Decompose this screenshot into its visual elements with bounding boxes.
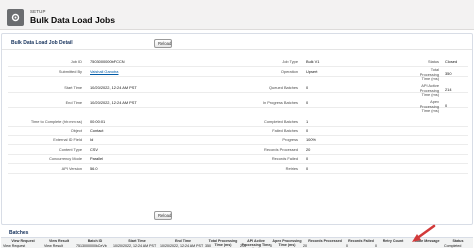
batches-table: View Request View Result Batch ID Start Tim…: [1, 237, 473, 248]
detail-label: In Progress Batches: [262, 100, 298, 105]
batch-cell[interactable]: View Result: [44, 244, 63, 248]
batches-col-header: Records Processed: [308, 239, 342, 243]
detail-label: Job ID: [70, 59, 82, 64]
detail-value: 10/20/2022, 12:24 AM PST: [90, 100, 137, 105]
detail-label: Apex Processing Time (ms): [419, 99, 439, 113]
detail-row-divider: [8, 76, 468, 77]
reload-button-bottom[interactable]: Reload: [154, 211, 172, 220]
detail-row-divider: [8, 173, 468, 174]
setup-label: SETUP: [30, 9, 46, 14]
detail-label: Queued Batches: [269, 85, 298, 90]
detail-value: Bulk V1: [306, 59, 320, 64]
detail-label: Progress: [282, 137, 298, 142]
detail-value: 0: [306, 156, 309, 161]
job-detail-panel: Bulk Data Load Job Detail Reload Job ID 7…: [1, 33, 473, 225]
batches-col-header: View Result: [48, 239, 70, 243]
page-header: SETUP Bulk Data Load Jobs: [0, 0, 474, 30]
detail-value: 214: [445, 87, 452, 92]
batches-col-header: Apex Processing Time (ms): [272, 239, 302, 247]
detail-label: Total Processing Time (ms): [419, 67, 439, 81]
detail-value: 00:00:01: [90, 119, 106, 124]
batches-col-header: Total Processing Time (ms): [208, 239, 238, 247]
batch-cell: 0: [375, 244, 377, 248]
detail-row-divider: [8, 144, 468, 145]
detail-label: External ID Field: [53, 137, 82, 142]
batch-cell: 0: [270, 244, 272, 248]
detail-label: Job Type: [282, 59, 298, 64]
detail-value: 1: [306, 119, 309, 124]
batches-col-header: End Time: [174, 239, 192, 243]
detail-value: 20: [306, 147, 311, 152]
detail-row-divider: [8, 92, 468, 93]
batches-col-header: View Request: [11, 239, 35, 243]
detail-label: Submitted By: [58, 69, 82, 74]
detail-label: Time to Complete (hh:mm:ss): [30, 119, 82, 124]
detail-row-divider: [8, 163, 468, 164]
batch-cell: 20: [303, 244, 307, 248]
batch-cell: 214: [240, 244, 246, 248]
detail-label: Concurrency Mode: [49, 156, 82, 161]
detail-label: API Version: [61, 166, 82, 171]
page-title: Bulk Data Load Jobs: [30, 15, 115, 25]
detail-label: Status: [427, 59, 439, 64]
detail-value: 7503000000bFCCN: [90, 59, 125, 64]
batch-cell[interactable]: View Request: [3, 244, 25, 248]
batch-cell: 0: [346, 244, 348, 248]
batch-cell: 350: [205, 244, 211, 248]
detail-value: 0: [445, 103, 448, 108]
detail-label: Object: [70, 128, 82, 133]
detail-value: Closed: [445, 59, 458, 64]
batches-col-header: Status: [452, 239, 464, 243]
setup-gear-icon: [7, 9, 24, 26]
detail-value: Contact: [90, 128, 104, 133]
red-arrow-annotation: [412, 224, 436, 242]
detail-value: Parallel: [90, 156, 103, 161]
detail-value: Id: [90, 137, 94, 142]
detail-value: 0: [306, 100, 309, 105]
detail-label: Completed Batches: [264, 119, 298, 124]
detail-label: Records Processed: [264, 147, 298, 152]
batches-col-header: Batch ID: [87, 239, 103, 243]
detail-label: Operation: [280, 69, 298, 74]
detail-label: Start Time: [64, 85, 82, 90]
batch-cell: 7513000000kCeVb: [76, 244, 107, 248]
detail-label: API Active Processing Time (ms): [419, 83, 439, 97]
detail-value: 0: [306, 85, 309, 90]
batch-cell: Completed: [444, 244, 462, 248]
detail-label: Failed Batches: [272, 128, 298, 133]
detail-label: Retries: [285, 166, 298, 171]
batch-cell: 10/20/2022, 12:24 AM PST: [160, 244, 204, 248]
detail-row-divider: [8, 126, 468, 127]
detail-row-divider: [8, 135, 468, 136]
panel-title: Bulk Data Load Job Detail: [11, 40, 73, 46]
detail-row-divider: [8, 154, 468, 155]
detail-value: 350: [445, 71, 452, 76]
detail-row-divider: [8, 66, 468, 67]
detail-label: End Time: [65, 100, 82, 105]
detail-row-divider: [8, 107, 468, 108]
reload-button-top[interactable]: Reload: [154, 39, 172, 48]
detail-value: 100%: [306, 137, 316, 142]
batches-col-header: Records Failed: [348, 239, 374, 243]
detail-value: 10/20/2022, 12:24 AM PST: [90, 85, 137, 90]
detail-value: 56.0: [90, 166, 98, 171]
detail-value: CSV: [90, 147, 98, 152]
batches-col-header: Retry Count: [382, 239, 404, 243]
batches-title: Batches: [9, 230, 29, 236]
detail-value: 0: [306, 166, 309, 171]
batches-col-header: Start Time: [128, 239, 146, 243]
detail-value: 0: [306, 128, 309, 133]
detail-label: Records Failed: [271, 156, 298, 161]
batch-cell: 10/20/2022, 12:24 AM PST: [113, 244, 157, 248]
detail-value[interactable]: Vaishali Ganotra: [90, 69, 118, 75]
panel-header: Bulk Data Load Job Detail: [2, 34, 472, 50]
detail-value: Upsert: [306, 69, 318, 74]
detail-label: Content Type: [58, 147, 82, 152]
